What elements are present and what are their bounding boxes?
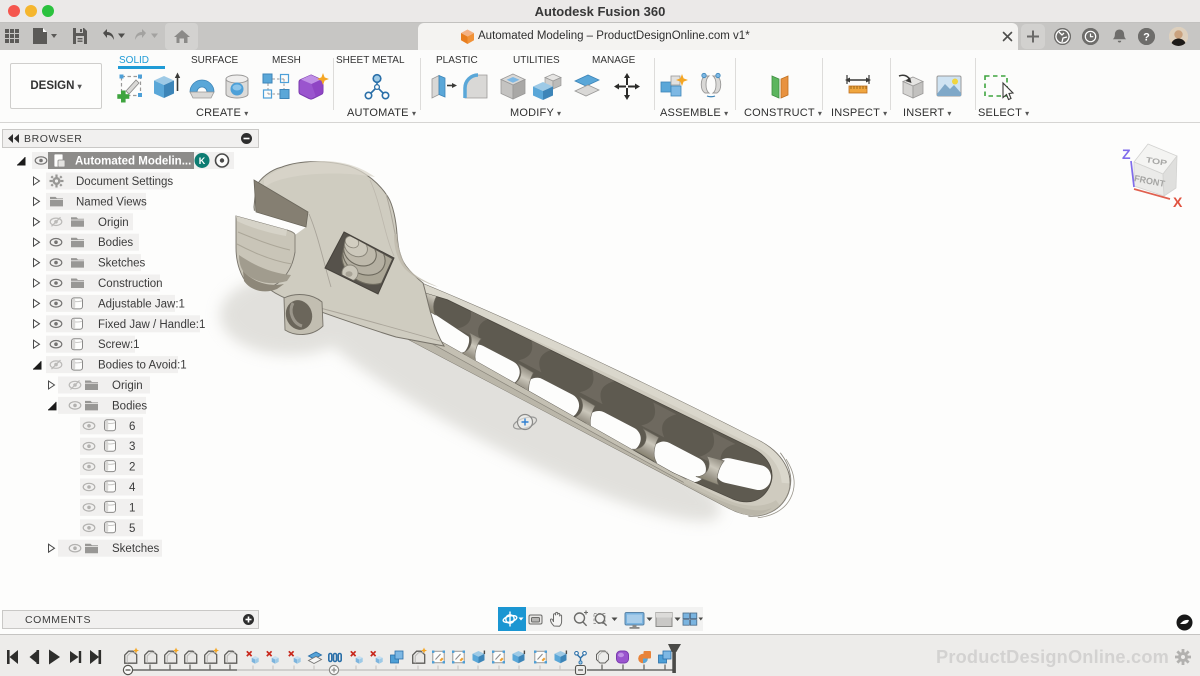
- svg-text:Origin: Origin: [98, 217, 129, 229]
- svg-text:1: 1: [129, 502, 135, 514]
- svg-text:Adjustable Jaw:1: Adjustable Jaw:1: [98, 298, 185, 310]
- svg-text:?: ?: [1143, 32, 1150, 44]
- svg-text:K: K: [199, 156, 206, 166]
- svg-text:Construction: Construction: [98, 278, 163, 290]
- svg-text:4: 4: [129, 482, 136, 494]
- svg-text:2: 2: [129, 462, 135, 474]
- svg-text:X: X: [1173, 194, 1183, 210]
- svg-text:Document Settings: Document Settings: [76, 176, 173, 188]
- svg-text:Named Views: Named Views: [76, 196, 147, 208]
- svg-text:Sketches: Sketches: [112, 543, 160, 555]
- svg-text:Sketches: Sketches: [98, 258, 146, 270]
- svg-text:Z: Z: [1122, 146, 1131, 162]
- svg-text:5: 5: [129, 523, 135, 535]
- svg-text:6: 6: [129, 421, 135, 433]
- svg-text:Fixed Jaw / Handle:1: Fixed Jaw / Handle:1: [98, 319, 205, 331]
- svg-text:Screw:1: Screw:1: [98, 339, 140, 351]
- svg-text:Bodies to Avoid:1: Bodies to Avoid:1: [98, 360, 187, 372]
- svg-text:Bodies: Bodies: [98, 237, 133, 249]
- svg-text:Bodies: Bodies: [112, 400, 147, 412]
- svg-text:Automated Modelin...: Automated Modelin...: [75, 156, 191, 168]
- svg-text:Origin: Origin: [112, 380, 143, 392]
- svg-text:3: 3: [129, 441, 135, 453]
